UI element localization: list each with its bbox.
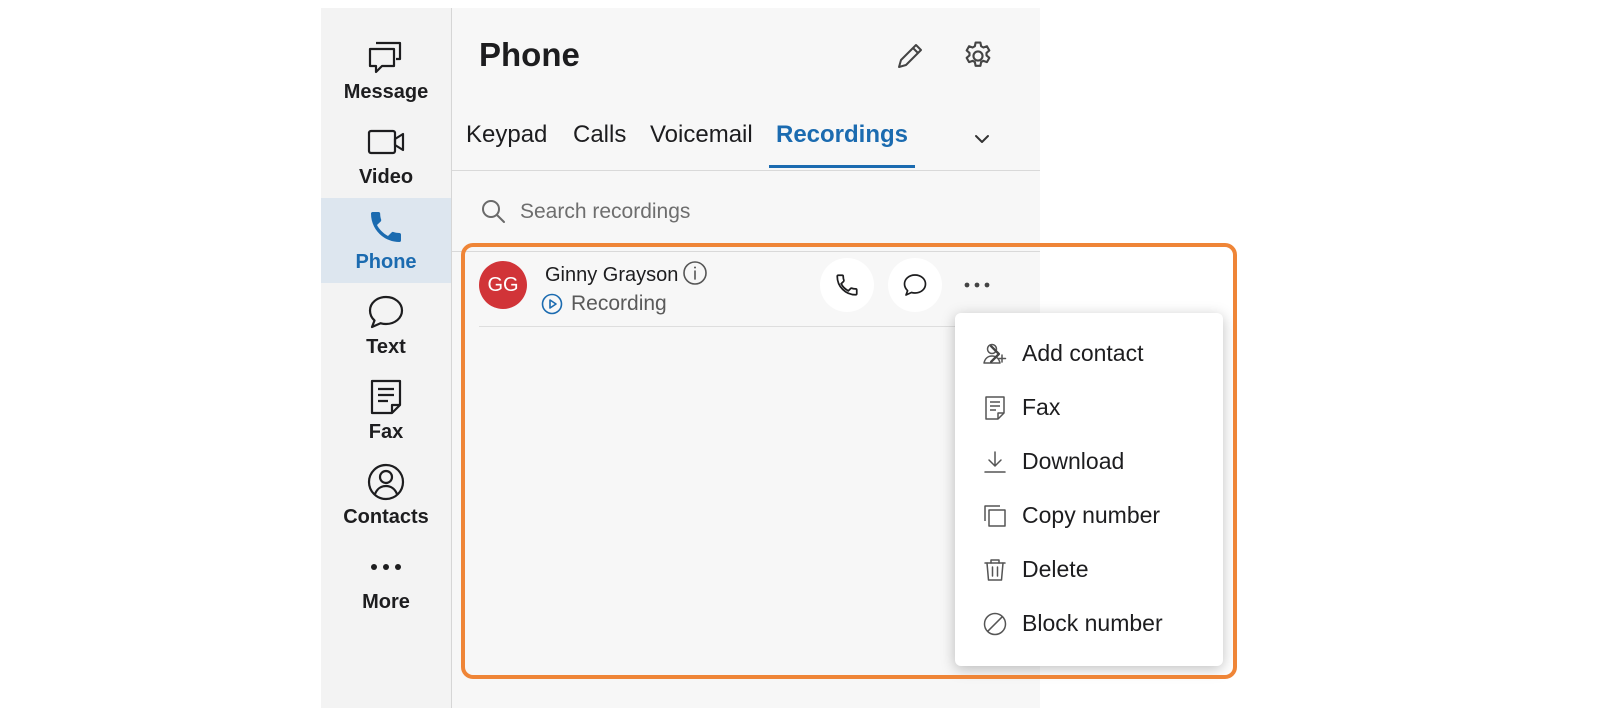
recording-row[interactable]: GG Ginny Grayson Recording xyxy=(479,250,1037,327)
play-icon xyxy=(541,293,563,315)
menu-label: Add contact xyxy=(1022,340,1144,366)
search-icon xyxy=(482,200,505,223)
phone-icon xyxy=(836,274,858,296)
nav-item-text[interactable]: Text xyxy=(321,283,451,368)
recording-status-label: Recording xyxy=(571,292,667,315)
video-icon xyxy=(367,129,405,155)
tab-keypad[interactable]: Keypad xyxy=(466,112,547,168)
more-dots-icon xyxy=(371,564,401,570)
chevron-right-icon xyxy=(989,345,1001,363)
fax-icon xyxy=(370,379,402,415)
nav-label: Text xyxy=(366,336,406,358)
copy-icon xyxy=(984,505,1006,527)
message-icon xyxy=(368,41,402,74)
tab-calls[interactable]: Calls xyxy=(573,112,626,168)
page-title: Phone xyxy=(479,36,580,73)
call-button[interactable] xyxy=(820,258,874,312)
menu-item-download[interactable]: Download xyxy=(955,437,1223,487)
menu-item-delete[interactable]: Delete xyxy=(955,545,1223,595)
download-icon xyxy=(984,451,1006,473)
nav-item-contacts[interactable]: Contacts xyxy=(321,453,451,538)
nav-label: Message xyxy=(343,81,429,103)
menu-item-block-number[interactable]: Block number xyxy=(955,599,1223,649)
tab-recordings[interactable]: Recordings xyxy=(769,112,915,168)
menu-label: Fax xyxy=(1022,394,1061,420)
block-icon xyxy=(983,612,1007,636)
menu-item-add-contact[interactable]: Add contact xyxy=(955,329,1223,379)
trash-icon xyxy=(984,559,1006,581)
gear-icon xyxy=(965,41,991,67)
fax-icon xyxy=(985,396,1005,420)
nav-label: Phone xyxy=(355,251,417,273)
search-input[interactable] xyxy=(518,191,1002,233)
edit-button[interactable] xyxy=(890,36,930,76)
search-bar xyxy=(452,171,1040,252)
chevron-down-icon[interactable] xyxy=(967,124,997,154)
avatar: GG xyxy=(479,261,527,309)
message-button[interactable] xyxy=(888,258,942,312)
more-options-button[interactable] xyxy=(957,268,997,302)
nav-item-fax[interactable]: Fax xyxy=(321,368,451,453)
phone-icon xyxy=(371,212,401,242)
info-icon[interactable] xyxy=(682,260,708,286)
nav-item-phone[interactable]: Phone xyxy=(321,198,451,283)
nav-item-video[interactable]: Video xyxy=(321,113,451,198)
nav-rail: Message Video Phone Text Fax Contacts Mo… xyxy=(321,8,452,708)
nav-item-message[interactable]: Message xyxy=(321,28,451,113)
text-bubble-icon xyxy=(368,295,404,329)
menu-label: Copy number xyxy=(1022,502,1161,528)
phone-app: Message Video Phone Text Fax Contacts Mo… xyxy=(321,8,1040,708)
contacts-icon xyxy=(367,463,405,501)
phone-tabs: Keypad Calls Voicemail Recordings xyxy=(452,112,1040,171)
pencil-icon xyxy=(898,44,922,68)
phone-main-panel: Phone Keypad Calls Voicemail Recordings xyxy=(452,8,1040,708)
menu-label: Download xyxy=(1022,448,1125,474)
nav-label: Video xyxy=(358,166,414,188)
nav-label: Fax xyxy=(368,421,404,443)
recording-status[interactable]: Recording xyxy=(541,292,667,316)
nav-item-more[interactable]: More xyxy=(321,538,451,623)
menu-item-copy-number[interactable]: Copy number xyxy=(955,491,1223,541)
menu-label: Block number xyxy=(1022,610,1163,636)
tab-voicemail[interactable]: Voicemail xyxy=(650,112,753,168)
menu-item-fax[interactable]: Fax xyxy=(955,383,1223,433)
nav-label: Contacts xyxy=(343,506,429,528)
chat-bubble-icon xyxy=(903,274,927,296)
nav-label: More xyxy=(362,591,410,613)
context-menu: Add contact Fax Download Copy number Del… xyxy=(955,313,1223,666)
menu-label: Delete xyxy=(1022,556,1089,582)
more-dots-icon xyxy=(964,282,990,288)
contact-name: Ginny Grayson xyxy=(545,264,679,286)
settings-button[interactable] xyxy=(958,36,998,76)
